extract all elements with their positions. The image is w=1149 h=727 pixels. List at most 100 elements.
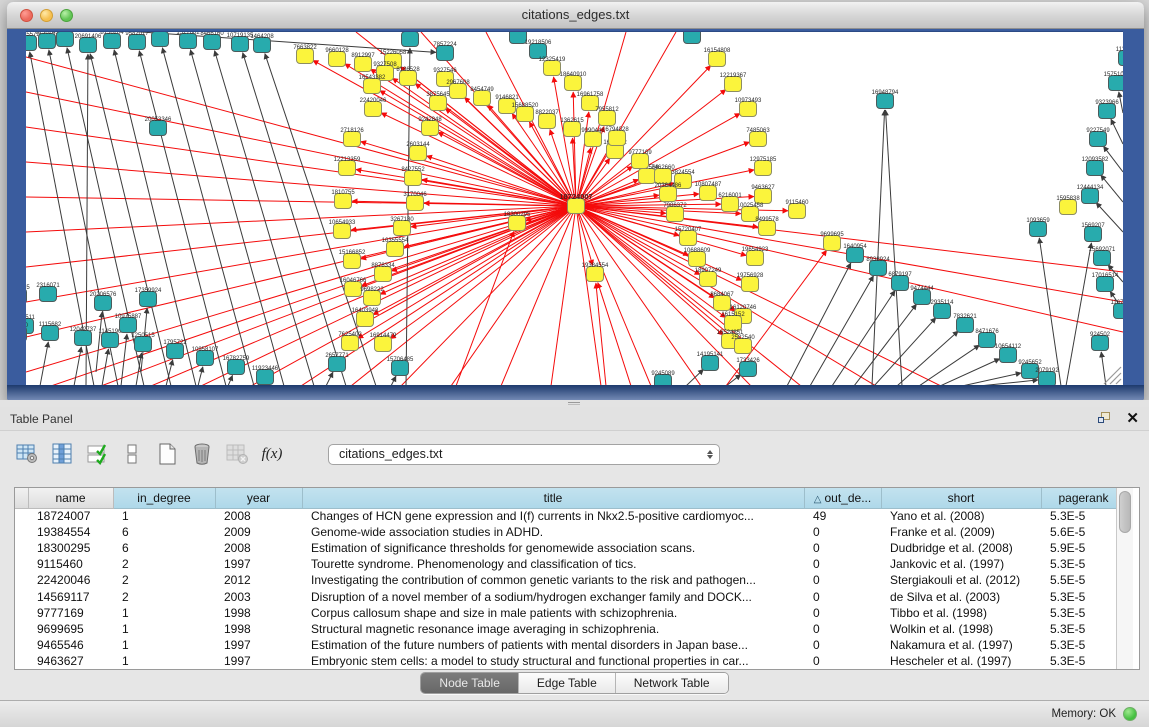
graph-node[interactable] <box>742 207 759 222</box>
graph-node[interactable] <box>180 34 197 49</box>
table-cell[interactable]: 0 <box>804 540 881 556</box>
graph-edge[interactable] <box>1111 119 1123 144</box>
graph-node[interactable] <box>344 132 361 147</box>
graph-edge[interactable] <box>162 48 254 385</box>
graph-node[interactable] <box>1087 161 1104 176</box>
graph-edge[interactable] <box>391 376 396 385</box>
table-cell[interactable]: Estimation of the future numbers of pati… <box>302 637 804 653</box>
graph-node[interactable] <box>152 32 169 47</box>
table-cell[interactable]: Nakamura et al. (1997) <box>881 637 1041 653</box>
graph-node[interactable] <box>1022 364 1039 379</box>
graph-edge[interactable] <box>596 283 606 385</box>
graph-node[interactable] <box>102 333 119 348</box>
tab-network-table[interactable]: Network Table <box>616 673 728 693</box>
graph-node[interactable] <box>700 272 717 287</box>
graph-node[interactable] <box>680 231 697 246</box>
table-cell[interactable]: Changes of HCN gene expression and I(f) … <box>302 508 804 524</box>
graph-node[interactable] <box>725 316 742 331</box>
graph-edge[interactable] <box>380 206 576 294</box>
graph-node[interactable] <box>632 154 649 169</box>
graph-node[interactable] <box>394 221 411 236</box>
table-cell[interactable]: 6 <box>113 524 215 540</box>
table-cell[interactable]: 0 <box>804 524 881 540</box>
table-cell[interactable]: 5.6E-5 <box>1041 524 1126 540</box>
graph-node[interactable] <box>1092 336 1109 351</box>
table-cell[interactable]: Dudbridge et al. (2008) <box>881 540 1041 556</box>
new-document-icon[interactable] <box>154 441 180 467</box>
table-cell[interactable]: 5.3E-5 <box>1041 589 1126 605</box>
table-cell[interactable]: 2 <box>113 572 215 588</box>
table-cell[interactable]: 1 <box>113 508 215 524</box>
graph-node[interactable] <box>1085 227 1102 242</box>
graph-node[interactable] <box>689 252 706 267</box>
graph-edge[interactable] <box>326 372 333 385</box>
table-row[interactable]: 1872400712008Changes of HCN gene express… <box>15 508 1126 524</box>
graph-node[interactable] <box>639 169 656 184</box>
graph-node[interactable] <box>297 49 314 64</box>
column-header-short[interactable]: short <box>881 488 1041 508</box>
table-cell[interactable]: Disruption of a novel member of a sodium… <box>302 589 804 605</box>
column-header-year[interactable]: year <box>215 488 302 508</box>
graph-node[interactable] <box>334 224 351 239</box>
graph-edge[interactable] <box>445 108 576 206</box>
row-check-icon[interactable] <box>84 441 110 467</box>
graph-edge[interactable] <box>551 206 576 385</box>
table-row[interactable]: 969969511998Structural magnetic resonanc… <box>15 621 1126 637</box>
graph-node[interactable] <box>26 289 27 304</box>
graph-node[interactable] <box>42 326 59 341</box>
table-row[interactable]: 1456911722003Disruption of a novel membe… <box>15 589 1126 605</box>
graph-node[interactable] <box>722 197 739 212</box>
graph-node[interactable] <box>450 84 467 99</box>
graph-node[interactable] <box>422 121 439 136</box>
graph-edge[interactable] <box>874 318 936 385</box>
graph-edge[interactable] <box>1066 243 1091 385</box>
graph-edge[interactable] <box>198 367 203 385</box>
table-cell[interactable]: 22420046 <box>28 572 113 588</box>
graph-node[interactable] <box>26 319 34 334</box>
table-cell[interactable]: 0 <box>804 572 881 588</box>
column-header-name[interactable]: name <box>28 488 113 508</box>
table-row[interactable]: 977716911998Corpus callosum shape and si… <box>15 605 1126 621</box>
table-cell[interactable]: 5.3E-5 <box>1041 637 1126 653</box>
graph-node[interactable] <box>357 312 374 327</box>
graph-node[interactable] <box>700 186 717 201</box>
graph-node[interactable] <box>232 37 249 52</box>
table-cell[interactable]: 9465546 <box>28 637 113 653</box>
graph-edge[interactable] <box>940 359 1000 385</box>
graph-edge[interactable] <box>370 69 576 206</box>
graph-edge[interactable] <box>886 110 902 385</box>
table-cell[interactable]: 1998 <box>215 605 302 621</box>
table-cell[interactable]: 5.5E-5 <box>1041 572 1126 588</box>
table-cell[interactable]: 18300295 <box>28 540 113 556</box>
graph-edge[interactable] <box>1101 352 1106 385</box>
graph-edge[interactable] <box>1039 238 1061 385</box>
table-cell[interactable]: 2 <box>113 589 215 605</box>
table-cell[interactable]: 0 <box>804 605 881 621</box>
graph-edge[interactable] <box>400 67 576 206</box>
graph-node[interactable] <box>1119 51 1124 66</box>
table-select-dropdown[interactable]: citations_edges.txt <box>328 444 720 465</box>
table-cell[interactable]: 9699695 <box>28 621 113 637</box>
zoom-window-icon[interactable] <box>60 9 73 22</box>
graph-node[interactable] <box>509 216 526 231</box>
graph-node[interactable] <box>335 194 352 209</box>
table-cell[interactable]: Genome-wide association studies in ADHD. <box>302 524 804 540</box>
table-cell[interactable]: 1998 <box>215 621 302 637</box>
table-cell[interactable]: Jankovic et al. (1997) <box>881 556 1041 572</box>
table-cell[interactable]: 9115460 <box>28 556 113 572</box>
column-header-out_de[interactable]: △out_de... <box>804 488 881 508</box>
minimize-window-icon[interactable] <box>40 9 53 22</box>
graph-node[interactable] <box>609 131 626 146</box>
delete-table-icon[interactable] <box>224 441 250 467</box>
graph-node[interactable] <box>667 207 684 222</box>
function-icon[interactable]: f(x) <box>259 441 285 467</box>
table-cell[interactable]: Investigating the contribution of common… <box>302 572 804 588</box>
resize-grip-icon[interactable] <box>1110 373 1121 384</box>
graph-node[interactable] <box>530 44 547 59</box>
table-cell[interactable]: 49 <box>804 508 881 524</box>
column-header-title[interactable]: title <box>302 488 804 508</box>
table-scrollbar[interactable] <box>1116 488 1133 669</box>
graph-edge[interactable] <box>265 54 376 385</box>
graph-node[interactable] <box>1109 76 1124 91</box>
float-panel-icon[interactable] <box>1098 412 1112 425</box>
